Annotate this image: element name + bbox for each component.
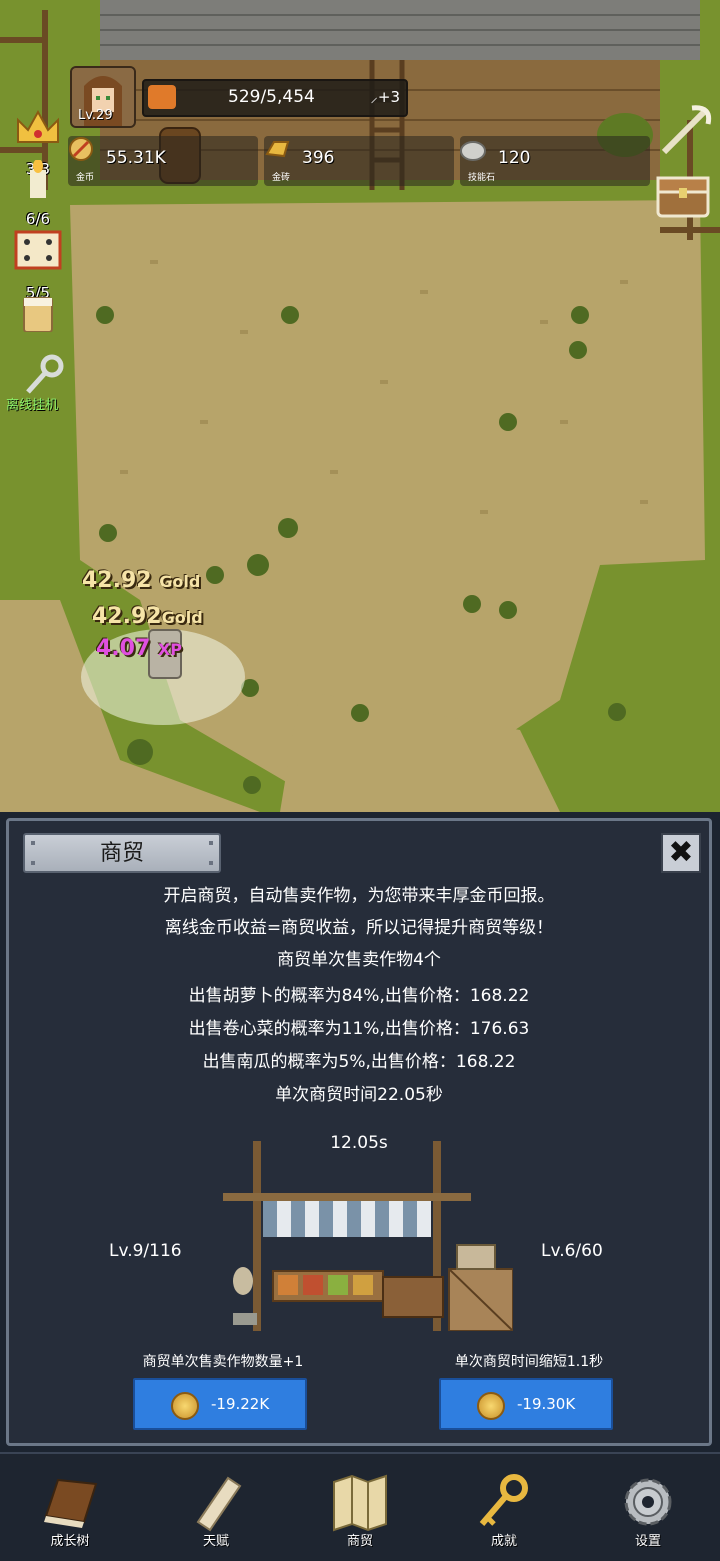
upgrade-quantity-button[interactable]: -19.22K [133, 1378, 307, 1430]
close-icon: ✖ [668, 835, 694, 870]
scythe-icon [661, 105, 712, 155]
gold-coin-icon [171, 1392, 199, 1420]
candle-counter[interactable]: 3/3 [12, 160, 64, 198]
dice-count: 6/6 [25, 210, 51, 228]
gold-float-1: 42.92 Gold [82, 568, 201, 593]
map-icon [333, 1474, 387, 1532]
xp-text: 529/5,454 [228, 87, 315, 107]
xp-bar: 529/5,454 ⸝+3 [142, 79, 408, 117]
dice-icon [14, 230, 62, 270]
desc-line-3: 商贸单次售卖作物4个 [277, 950, 441, 970]
desc-line-5: 出售卷心菜的概率为11%,出售价格：176.63 [188, 1019, 530, 1039]
nav-trade[interactable]: 商贸 [312, 1464, 408, 1556]
gold-caption: 金币 [76, 173, 95, 183]
resource-skill-stone[interactable]: 120 技能石 [460, 136, 650, 186]
right-upgrade-label: 单次商贸时间缩短1.1秒 [454, 1354, 604, 1370]
upgrade-speed-cost: -19.30K [517, 1395, 576, 1413]
upgrade-quantity-cost: -19.22K [211, 1395, 270, 1413]
key-icon [479, 1474, 528, 1526]
trade-panel: 商贸 ✖ 开启商贸，自动售卖作物，为您带来丰厚金币回报。 离线金币收益=商贸收益… [6, 818, 712, 1446]
resource-gold[interactable]: 55.31K 金币 [68, 136, 258, 186]
desc-line-4: 出售胡萝卜的概率为84%,出售价格：168.22 [188, 986, 530, 1006]
treasure-chest-button[interactable] [654, 164, 712, 220]
gold-bar-amount: 396 [302, 148, 335, 168]
right-level: Lv.6/60 [541, 1241, 603, 1261]
game-world[interactable]: Lv.29 529/5,454 ⸝+3 55.31K 金币 396 金砖 120… [0, 0, 720, 812]
nav-growth-tree-label: 成长树 [50, 1534, 90, 1549]
nav-settings[interactable]: 设置 [600, 1464, 696, 1556]
silver-key-icon [26, 354, 64, 394]
xp-gem-icon [148, 85, 176, 109]
desc-line-7: 单次商贸时间22.05秒 [275, 1085, 443, 1105]
panel-title: 商贸 [99, 841, 144, 866]
gold-amount: 55.31K [106, 148, 166, 168]
gold-bar-icon [265, 141, 290, 158]
xp-bonus: ⸝+3 [370, 88, 400, 106]
drink-cup-icon [23, 297, 53, 332]
drink-counter[interactable]: 5/5 [12, 284, 64, 332]
nav-growth-tree[interactable]: 成长树 [22, 1464, 118, 1556]
desc-line-6: 出售南瓜的概率为5%,出售价格：168.22 [202, 1052, 516, 1072]
book-icon [44, 1478, 98, 1528]
scythe-tool-button[interactable] [656, 102, 712, 158]
skill-stone-caption: 技能石 [468, 173, 496, 183]
nav-achievement[interactable]: 成就 [456, 1464, 552, 1556]
nav-settings-label: 设置 [634, 1534, 661, 1549]
skill-stone-icon [460, 141, 486, 161]
nav-trade-label: 商贸 [346, 1534, 373, 1549]
left-upgrade-label: 商贸单次售卖作物数量+1 [142, 1354, 304, 1370]
offline-key-button[interactable] [22, 352, 66, 396]
player-level: Lv.29 [78, 108, 113, 123]
gold-float-2: 42.92Gold [92, 604, 203, 629]
offline-idle-label[interactable]: 离线挂机 [6, 394, 58, 413]
hoe-icon: ⸝ [370, 88, 378, 106]
gold-coin-icon [477, 1392, 505, 1420]
resource-gold-bar[interactable]: 396 金砖 [264, 136, 454, 186]
treasure-chest-icon [656, 176, 710, 218]
skill-stone-amount: 120 [498, 148, 531, 168]
gear-icon [624, 1478, 672, 1526]
bottom-nav: 成长树 天赋 商贸 成就 设置 [0, 1452, 720, 1561]
nav-talent[interactable]: 天赋 [168, 1464, 264, 1556]
nav-talent-label: 天赋 [202, 1534, 229, 1549]
gold-coin-icon [69, 137, 93, 161]
desc-line-2: 离线金币收益=商贸收益，所以记得提升商贸等级！ [164, 918, 554, 938]
upgrade-speed-button[interactable]: -19.30K [439, 1378, 613, 1430]
desc-line-1: 开启商贸，自动售卖作物，为您带来丰厚金币回报。 [163, 886, 555, 906]
panel-title-plate: 商贸 [23, 833, 221, 873]
nav-achievement-label: 成就 [490, 1534, 517, 1549]
left-level: Lv.9/116 [109, 1241, 182, 1261]
scroll-icon [196, 1476, 242, 1532]
close-button[interactable]: ✖ [661, 833, 701, 873]
gold-bar-caption: 金砖 [272, 173, 291, 183]
candle-icon [30, 160, 46, 198]
xp-float: 4.07 XP [96, 636, 183, 661]
market-stall-illustration [223, 1141, 513, 1331]
crown-icon [17, 109, 59, 143]
